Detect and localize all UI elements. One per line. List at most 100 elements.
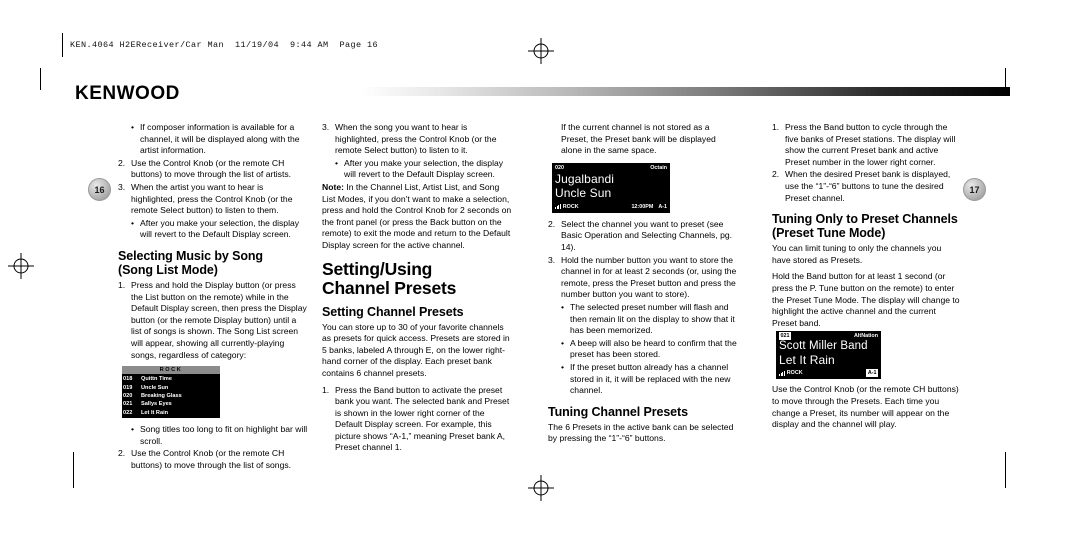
bullet-marker: • [131, 424, 135, 435]
section-heading-song-list: Selecting Music by Song (Song List Mode) [118, 249, 308, 277]
bullet-marker: • [561, 337, 565, 348]
step-marker: 2. [118, 157, 126, 168]
column-1: • If composer information is available f… [118, 122, 308, 472]
lcd-song-line: Let It Rain [779, 353, 835, 367]
lcd-band-group: ROCK [779, 369, 803, 377]
list-item: • If composer information is available f… [131, 122, 300, 156]
step-marker: 2. [118, 448, 126, 459]
list-item: 019 Uncle Sun [123, 384, 169, 391]
step-marker: 3. [118, 181, 126, 192]
subheading-setting-channel-presets: Setting Channel Presets [322, 304, 464, 319]
slug-rule [62, 33, 63, 57]
bullet-marker: • [335, 157, 339, 168]
lcd-channel-number: 021 [779, 332, 791, 341]
lcd-band: ROCK [786, 370, 803, 377]
lcd-category: Octain [650, 164, 667, 171]
list-item: • A beep will also be heard to confirm t… [561, 337, 737, 360]
bullet-marker: • [561, 301, 565, 312]
paragraph-3: Use the Control Knob (or the remote CH b… [772, 384, 959, 430]
section-heading-channel-presets: Setting/Using Channel Presets [322, 258, 512, 298]
registration-mark-bottom [528, 475, 554, 501]
list-item: 020 Breaking Glass [123, 392, 182, 399]
heading-line-1: Selecting Music by Song [118, 248, 263, 263]
list-item: • The selected preset number will flash … [561, 301, 735, 336]
list-item: • Song titles too long to fit on highlig… [131, 424, 308, 446]
column-3: If the current channel is not stored as … [548, 122, 738, 446]
list-item: 022 Let It Rain [123, 409, 169, 416]
step-marker: 1. [118, 279, 126, 290]
lcd-song-rows: 018 Quittn Time 019 Uncle Sun 020 Breaki… [122, 374, 220, 417]
lcd-channel-number: 020 [555, 164, 564, 171]
list-item: • After you make your selection, the dis… [335, 157, 504, 180]
registration-mark-top [528, 38, 554, 64]
manual-page: KEN.4064 H2EReceiver/Car Man 11/19/04 9:… [0, 0, 1080, 540]
paragraph-1: You can limit tuning to only the channel… [772, 243, 942, 265]
lcd-category-header: ROCK [122, 366, 220, 375]
step-marker: 3. [548, 254, 556, 265]
list-item: 2. Select the channel you want to preset… [548, 218, 733, 252]
intro-paragraph: If the current channel is not stored as … [561, 122, 716, 156]
list-item: 2. When the desired Preset bank is displ… [772, 169, 951, 203]
subheading-preset-tune-mode: Tuning Only to Preset Channels (Preset T… [772, 212, 962, 240]
paragraph-2: Hold the Band button for at least 1 seco… [772, 271, 960, 328]
lcd-top-row: 021 AltNation [776, 331, 881, 341]
step-marker: 1. [772, 122, 780, 132]
lcd-artist-line: Scott Miller Band [779, 340, 868, 353]
lcd-song-line: Uncle Sun [555, 186, 612, 201]
column-4: 1. Press the Band button to cycle throug… [772, 122, 962, 432]
list-item: 3. When the song you want to hear is hig… [322, 122, 497, 156]
registration-mark-left [8, 253, 34, 279]
step-marker: 1. [322, 384, 330, 395]
lcd-artist-line: Jugalbandi [555, 171, 615, 186]
signal-strength-icon [555, 204, 561, 210]
lcd-status-group: 12:00PM A-1 [631, 203, 667, 211]
outro-paragraph: The 6 Presets in the active bank can be … [548, 421, 734, 444]
column-2: 3. When the song you want to hear is hig… [322, 122, 512, 455]
lcd-default-display: 020 Octain Jugalbandi Uncle Sun ROCK 12:… [552, 162, 670, 213]
lcd-time: 12:00PM [631, 203, 654, 210]
heading-line-1: Tuning Only to Preset Channels [772, 212, 958, 227]
lcd-band-group: ROCK [555, 203, 579, 211]
subheading-tuning-channel-presets: Tuning Channel Presets [548, 404, 688, 419]
lcd-bottom-row: ROCK A-1 [776, 368, 881, 379]
note-text: In the Channel List, Artist List, and So… [322, 181, 512, 250]
list-item: 2. Use the Control Knob (or the remote C… [118, 448, 292, 470]
page-number-left: 16 [88, 178, 111, 201]
crop-mark-top-left [40, 68, 41, 90]
list-item: 1. Press the Band button to cycle throug… [772, 122, 956, 167]
list-item: 1. Press the Band button to activate the… [322, 384, 510, 453]
crop-mark-bottom-right [1005, 452, 1006, 488]
intro-paragraph: You can store up to 30 of your favorite … [322, 321, 510, 378]
page-number-right: 17 [963, 178, 986, 201]
lcd-preset: A-1 [866, 369, 878, 378]
lcd-category: AltNation [854, 333, 878, 340]
step-marker: 3. [322, 122, 330, 132]
list-item: • After you make your selection, the dis… [131, 217, 300, 240]
lcd-band: ROCK [562, 203, 579, 210]
bullet-marker: • [561, 361, 565, 372]
header-gradient-bar [360, 87, 1010, 96]
heading-line-2: Channel Presets [322, 277, 457, 298]
heading-line-2: (Preset Tune Mode) [772, 226, 886, 241]
lcd-status-group: A-1 [866, 369, 878, 378]
signal-strength-icon [779, 370, 785, 376]
file-slug: KEN.4064 H2EReceiver/Car Man 11/19/04 9:… [70, 40, 379, 50]
list-item: 021 Sallys Eyes [123, 401, 172, 408]
lcd-song-list-display: ROCK 018 Quittn Time 019 Uncle Sun 020 B… [122, 366, 220, 419]
lcd-preset-tune-display: 021 AltNation Scott Miller Band Let It R… [776, 331, 881, 380]
heading-line-2: (Song List Mode) [118, 262, 218, 277]
step-marker: 2. [772, 169, 780, 180]
list-item: 3. Hold the number button you want to st… [548, 254, 737, 300]
note-label: Note: [322, 181, 344, 192]
kenwood-logo: KENWOOD [75, 83, 180, 104]
list-item: • If the preset button already has a cha… [561, 361, 731, 396]
crop-mark-bottom-left [73, 452, 74, 488]
lcd-preset: A-1 [658, 203, 667, 210]
lcd-top-row: 020 Octain [552, 163, 670, 172]
note-paragraph: Note: In the Channel List, Artist List, … [322, 182, 512, 252]
bullet-marker: • [131, 217, 135, 228]
step-marker: 2. [548, 218, 556, 229]
heading-line-1: Setting/Using [322, 258, 433, 279]
list-item: 2. Use the Control Knob (or the remote C… [118, 157, 292, 180]
bullet-marker: • [131, 122, 135, 132]
